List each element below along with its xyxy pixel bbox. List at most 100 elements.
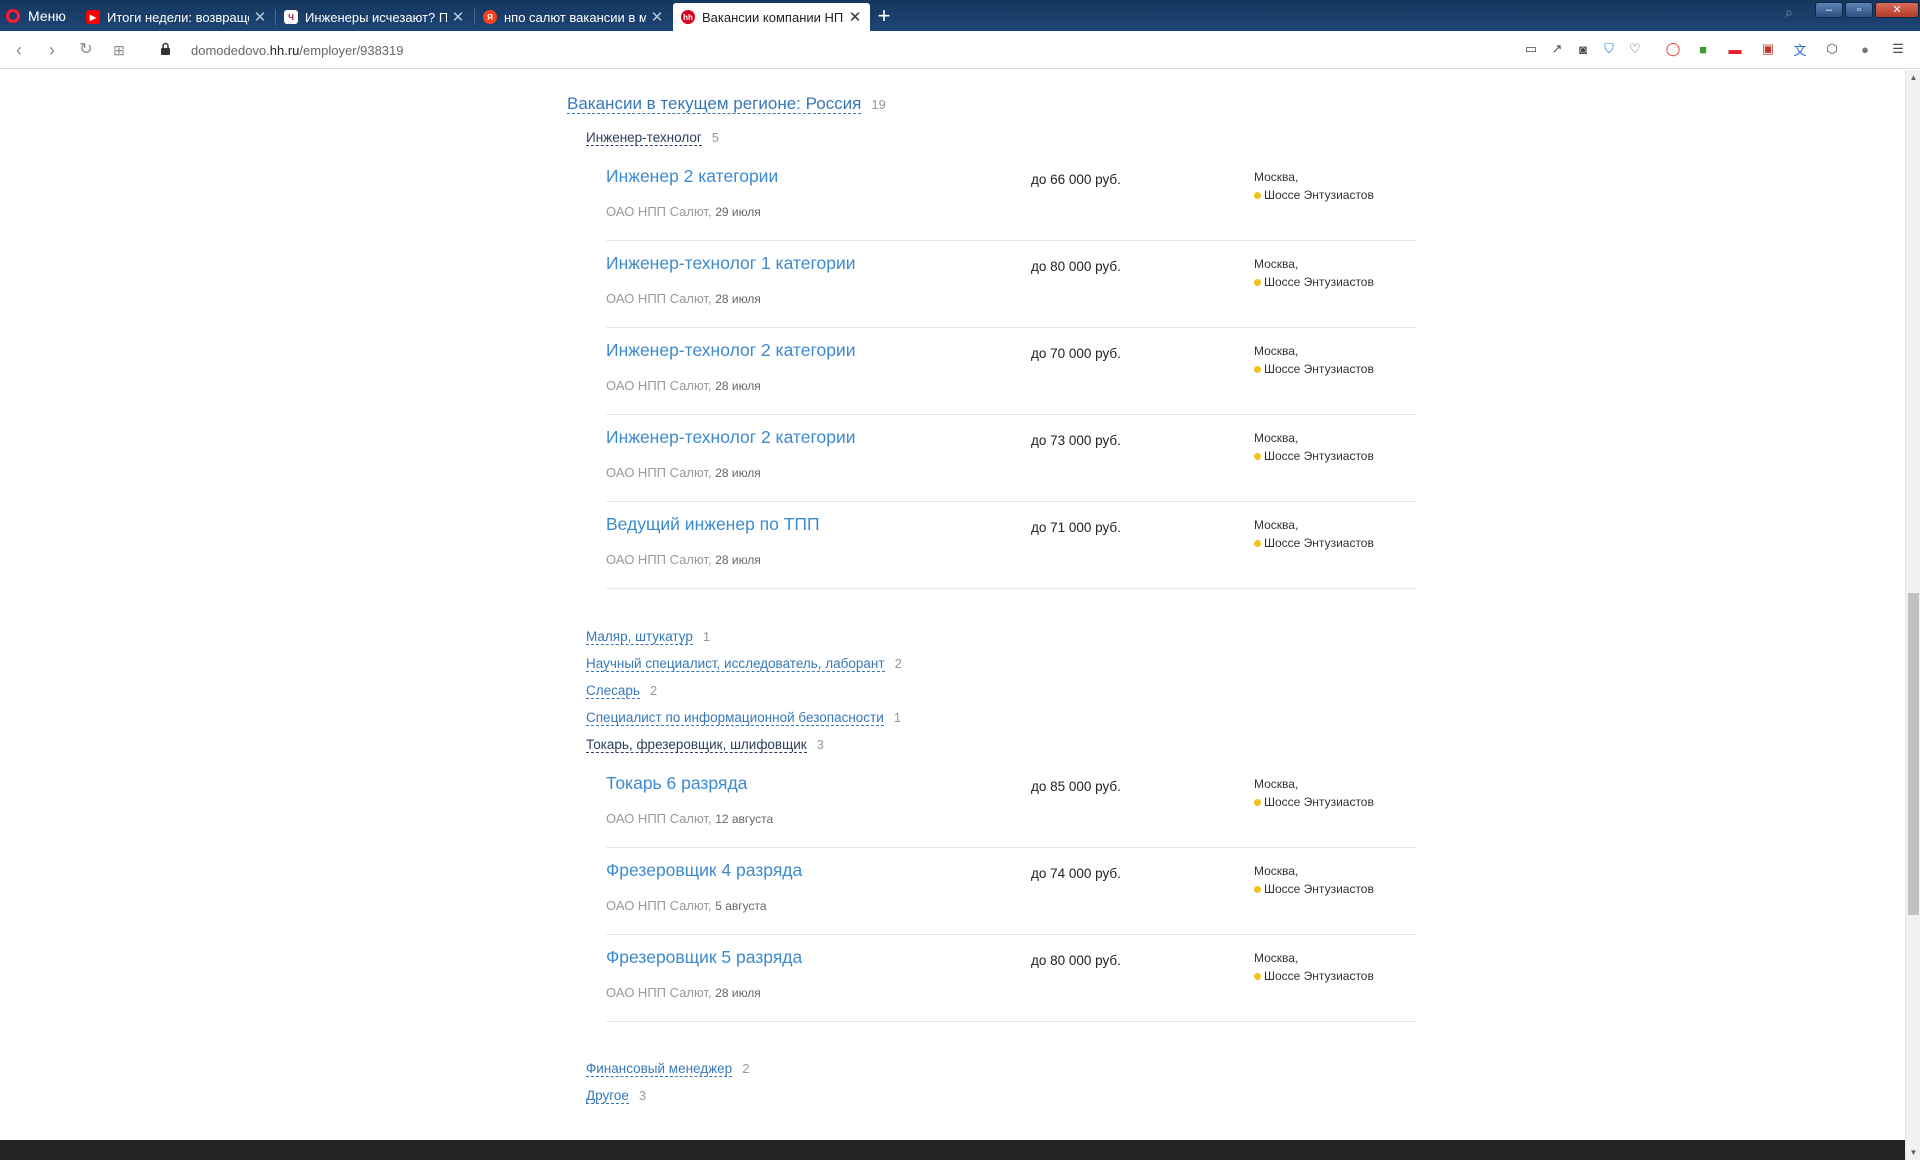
- vacancy-item: Инженер-технолог 2 категории до 73 000 р…: [606, 415, 1417, 502]
- company-name[interactable]: ОАО НПП Салют: [606, 552, 708, 567]
- close-icon[interactable]: ✕: [451, 8, 465, 26]
- category-count: 1: [702, 629, 711, 644]
- vacancy-title-link[interactable]: Фрезеровщик 5 разряда: [606, 947, 802, 968]
- region-count: 19: [871, 97, 886, 112]
- url-field[interactable]: domodedovo.hh.ru/employer/938319: [191, 43, 404, 58]
- vacancy-city: Москва,: [1254, 170, 1299, 184]
- region-title-text: Вакансии в текущем регионе: Россия: [567, 94, 862, 114]
- forward-icon[interactable]: ›: [42, 40, 62, 60]
- tab-hh-active[interactable]: hh Вакансии компании НПП Салют ✕: [673, 3, 870, 31]
- translate-icon[interactable]: 文: [1792, 41, 1808, 58]
- url-prefix: domodedovo.: [191, 43, 270, 58]
- vacancy-title-link[interactable]: Инженер 2 категории: [606, 166, 778, 187]
- metro-line-icon: [1254, 365, 1261, 373]
- menu-label: Меню: [28, 8, 66, 24]
- vacancy-item: Фрезеровщик 5 разряда до 80 000 руб. Мос…: [606, 935, 1417, 1022]
- category-scientist[interactable]: Научный специалист, исследователь, лабор…: [586, 656, 902, 672]
- category-name: Маляр, штукатур: [586, 629, 693, 645]
- company-name[interactable]: ОАО НПП Салют: [606, 378, 708, 393]
- region-title[interactable]: Вакансии в текущем регионе: Россия 19: [567, 94, 886, 114]
- metro-name: Шоссе Энтузиастов: [1264, 449, 1374, 463]
- vacancy-title-link[interactable]: Инженер-технолог 2 категории: [606, 340, 856, 361]
- scroll-down-icon[interactable]: ▼: [1906, 1145, 1920, 1160]
- vacancy-title-link[interactable]: Инженер-технолог 1 категории: [606, 253, 856, 274]
- vacancy-city: Москва,: [1254, 951, 1299, 965]
- extension-red-icon[interactable]: ▬: [1727, 41, 1743, 57]
- vpn-shield-icon[interactable]: ⛉: [1601, 41, 1617, 57]
- vacancy-title-link[interactable]: Фрезеровщик 4 разряда: [606, 860, 802, 881]
- category-other[interactable]: Другое 3: [586, 1088, 646, 1104]
- vacancy-title-link[interactable]: Токарь 6 разряда: [606, 773, 747, 794]
- category-name: Слесарь: [586, 683, 640, 699]
- category-locksmith[interactable]: Слесарь 2: [586, 683, 657, 699]
- company-name[interactable]: ОАО НПП Салют: [606, 811, 708, 826]
- metro-name: Шоссе Энтузиастов: [1264, 362, 1374, 376]
- metro-line-icon: [1254, 798, 1261, 806]
- maximize-button[interactable]: ▫: [1845, 2, 1873, 18]
- page-footer: [0, 1140, 1905, 1160]
- close-icon[interactable]: ✕: [848, 8, 862, 26]
- vacancy-title-link[interactable]: Инженер-технолог 2 категории: [606, 427, 856, 448]
- tab-search-icon[interactable]: ⌕: [1785, 4, 1793, 21]
- category-finance-manager[interactable]: Финансовый менеджер 2: [586, 1061, 749, 1077]
- metro-name: Шоссе Энтузиастов: [1264, 188, 1374, 202]
- vacancy-item: Инженер 2 категории до 66 000 руб. Москв…: [606, 154, 1417, 241]
- category-painter[interactable]: Маляр, штукатур 1: [586, 629, 711, 645]
- opera-extension-icon[interactable]: ◯: [1665, 41, 1681, 57]
- heart-icon[interactable]: ♡: [1627, 41, 1643, 57]
- reload-icon[interactable]: ↻: [76, 40, 96, 60]
- speed-dial-icon[interactable]: ⊞: [109, 40, 129, 60]
- company-name[interactable]: ОАО НПП Салют: [606, 291, 708, 306]
- category-infosec[interactable]: Специалист по информационной безопасност…: [586, 710, 901, 726]
- vacancy-salary: до 66 000 руб.: [1031, 172, 1121, 187]
- easy-setup-icon[interactable]: ☰: [1890, 41, 1906, 57]
- tab-label: нпо салют вакансии в москве: [504, 9, 646, 25]
- close-window-button[interactable]: ✕: [1875, 2, 1919, 18]
- opera-menu-button[interactable]: Меню: [6, 6, 66, 26]
- camera-icon[interactable]: ◙: [1575, 41, 1591, 57]
- vacancy-title-link[interactable]: Ведущий инженер по ТПП: [606, 514, 820, 535]
- tab-yandex[interactable]: Я нпо салют вакансии в москве ✕: [475, 3, 672, 31]
- category-name: Научный специалист, исследователь, лабор…: [586, 656, 885, 672]
- scrollbar-thumb[interactable]: [1908, 593, 1919, 915]
- company-name[interactable]: ОАО НПП Салют: [606, 985, 708, 1000]
- cube-icon[interactable]: ⬡: [1824, 41, 1840, 57]
- tab-label: Инженеры исчезают? Почему: [305, 9, 447, 25]
- category-engineer-technologist[interactable]: Инженер-технолог 5: [586, 130, 720, 146]
- tab-label: Вакансии компании НПП Салют: [702, 9, 844, 25]
- category-count: 5: [711, 130, 720, 145]
- vacancy-date: 5 августа: [715, 899, 767, 913]
- back-icon[interactable]: ‹: [9, 40, 29, 60]
- company-name[interactable]: ОАО НПП Салют: [606, 465, 708, 480]
- metro-line-icon: [1254, 539, 1261, 547]
- close-icon[interactable]: ✕: [650, 8, 664, 26]
- page-scrollbar[interactable]: ▲ ▼: [1905, 70, 1920, 1160]
- share-icon[interactable]: ↗: [1549, 41, 1565, 57]
- metro-line-icon: [1254, 885, 1261, 893]
- vacancy-company: ОАО НПП Салют, 28 июля: [606, 291, 761, 306]
- vacancy-metro: Шоссе Энтузиастов: [1254, 882, 1374, 896]
- metro-name: Шоссе Энтузиастов: [1264, 275, 1374, 289]
- company-name[interactable]: ОАО НПП Салют: [606, 898, 708, 913]
- vacancy-item: Токарь 6 разряда до 85 000 руб. Москва, …: [606, 761, 1417, 848]
- category-turner-miller[interactable]: Токарь, фрезеровщик, шлифовщик 3: [586, 737, 824, 753]
- company-name[interactable]: ОАО НПП Салют: [606, 204, 708, 219]
- profile-avatar-icon[interactable]: ●: [1857, 41, 1873, 57]
- reader-icon[interactable]: ▭: [1523, 41, 1539, 57]
- vacancy-metro: Шоссе Энтузиастов: [1254, 275, 1374, 289]
- vacancy-item: Ведущий инженер по ТПП до 71 000 руб. Мо…: [606, 502, 1417, 589]
- new-tab-button[interactable]: +: [872, 4, 896, 28]
- scroll-up-icon[interactable]: ▲: [1906, 70, 1920, 85]
- extension-green-icon[interactable]: ■: [1695, 41, 1711, 57]
- metro-line-icon: [1254, 452, 1261, 460]
- address-bar: ‹ › ↻ ⊞ domodedovo.hh.ru/employer/938319…: [0, 31, 1920, 69]
- tab-youtube[interactable]: ▶ Итоги недели: возвращение ✕: [78, 3, 275, 31]
- vacancy-metro: Шоссе Энтузиастов: [1254, 362, 1374, 376]
- url-path: /employer/938319: [299, 43, 404, 58]
- minimize-button[interactable]: –: [1815, 2, 1843, 18]
- tab-habr[interactable]: Ч Инженеры исчезают? Почему ✕: [276, 3, 473, 31]
- vacancy-city: Москва,: [1254, 344, 1299, 358]
- extension-flag-icon[interactable]: ▣: [1760, 41, 1776, 57]
- close-icon[interactable]: ✕: [253, 8, 267, 26]
- vacancy-salary: до 73 000 руб.: [1031, 433, 1121, 448]
